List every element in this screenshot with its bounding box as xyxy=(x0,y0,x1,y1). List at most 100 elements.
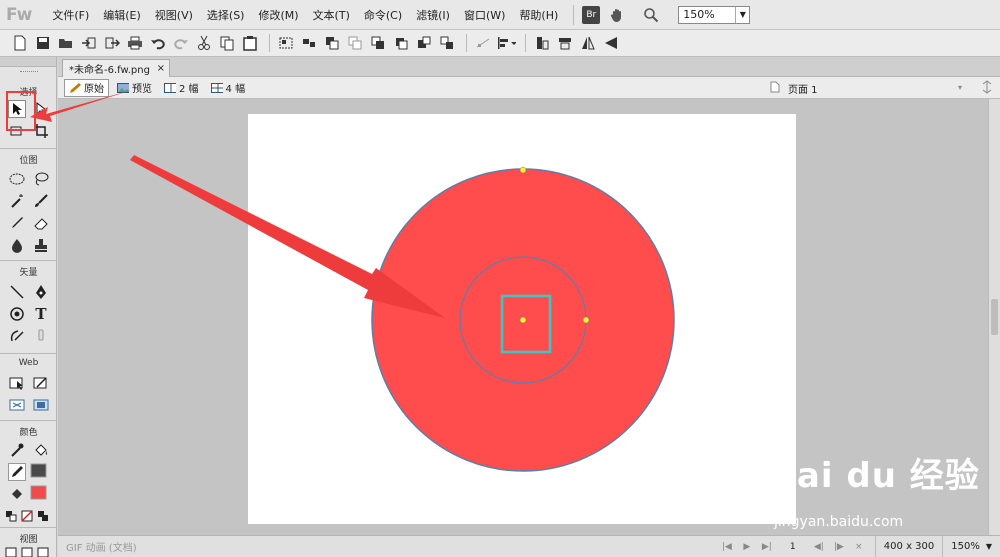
tab-2up[interactable]: 2 幅 xyxy=(160,79,203,97)
zoom-magnifier-icon[interactable] xyxy=(640,4,662,26)
scrollbar-thumb[interactable] xyxy=(991,299,998,335)
menu-select[interactable]: 选择(S) xyxy=(200,7,252,23)
paste-icon[interactable] xyxy=(240,33,260,53)
status-zoom[interactable]: 150% ▼ xyxy=(942,536,1000,557)
menu-filters[interactable]: 滤镜(I) xyxy=(409,7,457,23)
last-frame-icon[interactable]: ▶| xyxy=(759,539,775,555)
text-tool-icon[interactable]: T xyxy=(32,305,50,323)
section-divider xyxy=(0,420,57,421)
no-color-icon[interactable] xyxy=(20,507,34,525)
menu-text[interactable]: 文本(T) xyxy=(306,7,357,23)
hand-icon[interactable] xyxy=(606,4,628,26)
stop-icon[interactable]: × xyxy=(851,539,867,555)
flip-vertical-icon[interactable] xyxy=(601,33,621,53)
bridge-button[interactable]: Br xyxy=(582,5,601,24)
rotate-ccw-icon[interactable] xyxy=(555,33,575,53)
ungroup-icon[interactable] xyxy=(299,33,319,53)
import-icon[interactable] xyxy=(79,33,99,53)
distribute-icon[interactable] xyxy=(473,33,493,53)
tab-4up[interactable]: 4 幅 xyxy=(207,79,250,97)
prev-frame-icon[interactable]: ◀| xyxy=(811,539,827,555)
subselect-tool-icon[interactable] xyxy=(32,100,50,118)
baidu-watermark: Bai du 经验 jingyan.baidu.com xyxy=(770,448,980,530)
blur-tool-icon[interactable] xyxy=(8,236,26,254)
menu-edit[interactable]: 编辑(E) xyxy=(96,7,148,23)
fill-bucket-icon[interactable] xyxy=(8,485,26,503)
undo-icon[interactable] xyxy=(148,33,168,53)
menu-modify[interactable]: 修改(M) xyxy=(251,7,305,23)
panel-options-icon[interactable] xyxy=(980,80,994,97)
close-icon[interactable]: × xyxy=(157,63,165,74)
section-select-label: 选择 xyxy=(19,88,38,98)
pointer-tool-icon[interactable] xyxy=(8,100,26,118)
group-icon[interactable] xyxy=(276,33,296,53)
app-logo: Fw xyxy=(6,4,32,25)
menu-commands[interactable]: 命令(C) xyxy=(357,7,409,23)
standard-mode-icon[interactable] xyxy=(4,547,18,557)
page-selector[interactable]: 页面 1 xyxy=(770,81,818,96)
bring-front-icon[interactable] xyxy=(368,33,388,53)
rotate-icon[interactable] xyxy=(532,33,552,53)
next-frame-icon[interactable]: |▶ xyxy=(831,539,847,555)
send-backward-icon[interactable] xyxy=(414,33,434,53)
export-icon[interactable] xyxy=(102,33,122,53)
menu-view[interactable]: 视图(V) xyxy=(148,7,200,23)
rubber-stamp-icon[interactable] xyxy=(32,236,50,254)
save-icon[interactable] xyxy=(33,33,53,53)
eraser-tool-icon[interactable] xyxy=(32,214,50,232)
document-tab[interactable]: *未命名-6.fw.png × xyxy=(62,59,170,77)
tab-original[interactable]: 原始 xyxy=(64,78,109,97)
split-icon[interactable] xyxy=(345,33,365,53)
magic-wand-icon[interactable] xyxy=(8,192,26,210)
stroke-color-swatch[interactable] xyxy=(30,463,48,481)
line-tool-icon[interactable] xyxy=(8,283,26,301)
full-screen-icon[interactable] xyxy=(36,547,50,557)
fill-color-swatch[interactable] xyxy=(30,485,48,503)
panel-grip[interactable] xyxy=(20,71,38,73)
paint-bucket-icon[interactable] xyxy=(32,441,50,459)
menu-file[interactable]: 文件(F) xyxy=(45,7,96,23)
knife-tool-icon[interactable] xyxy=(32,327,50,345)
redo-icon[interactable] xyxy=(171,33,191,53)
slice-tool-icon[interactable] xyxy=(32,374,50,392)
tab-preview[interactable]: 预览 xyxy=(113,79,156,97)
print-icon[interactable] xyxy=(125,33,145,53)
freeform-tool-icon[interactable] xyxy=(8,327,26,345)
artboard[interactable] xyxy=(248,114,796,524)
new-file-icon[interactable] xyxy=(10,33,30,53)
scale-tool-icon[interactable] xyxy=(8,122,26,140)
swap-colors-icon[interactable] xyxy=(36,507,50,525)
stroke-pencil-icon[interactable] xyxy=(8,463,26,481)
send-back-icon[interactable] xyxy=(437,33,457,53)
cut-icon[interactable] xyxy=(194,33,214,53)
canvas-size[interactable]: 400 x 300 xyxy=(874,536,942,557)
show-slices-icon[interactable] xyxy=(32,396,50,414)
hide-slices-icon[interactable] xyxy=(8,396,26,414)
page-chevron-icon[interactable]: ▾ xyxy=(958,83,962,92)
brush-tool-icon[interactable] xyxy=(32,192,50,210)
marquee-tool-icon[interactable] xyxy=(8,170,26,188)
play-icon[interactable]: ▶ xyxy=(739,539,755,555)
open-folder-icon[interactable] xyxy=(56,33,76,53)
section-divider xyxy=(0,148,57,149)
default-colors-icon[interactable] xyxy=(4,507,18,525)
hotspot-tool-icon[interactable] xyxy=(8,374,26,392)
menu-window[interactable]: 窗口(W) xyxy=(457,7,512,23)
crop-tool-icon[interactable] xyxy=(32,122,50,140)
bring-forward-icon[interactable] xyxy=(391,33,411,53)
ellipse-tool-icon[interactable] xyxy=(8,305,26,323)
pen-tool-icon[interactable] xyxy=(32,283,50,301)
tab-4up-label: 4 幅 xyxy=(225,84,246,95)
align-icon[interactable] xyxy=(496,33,516,53)
full-screen-menu-icon[interactable] xyxy=(20,547,34,557)
join-icon[interactable] xyxy=(322,33,342,53)
copy-icon[interactable] xyxy=(217,33,237,53)
flip-horizontal-icon[interactable] xyxy=(578,33,598,53)
menu-help[interactable]: 帮助(H) xyxy=(512,7,565,23)
zoom-level-select[interactable]: 150% ▼ xyxy=(678,5,751,24)
eyedropper-icon[interactable] xyxy=(8,441,26,459)
pencil-tool-icon[interactable] xyxy=(8,214,26,232)
vertical-scrollbar[interactable] xyxy=(988,99,1000,535)
first-frame-icon[interactable]: |◀ xyxy=(719,539,735,555)
lasso-tool-icon[interactable] xyxy=(32,170,50,188)
